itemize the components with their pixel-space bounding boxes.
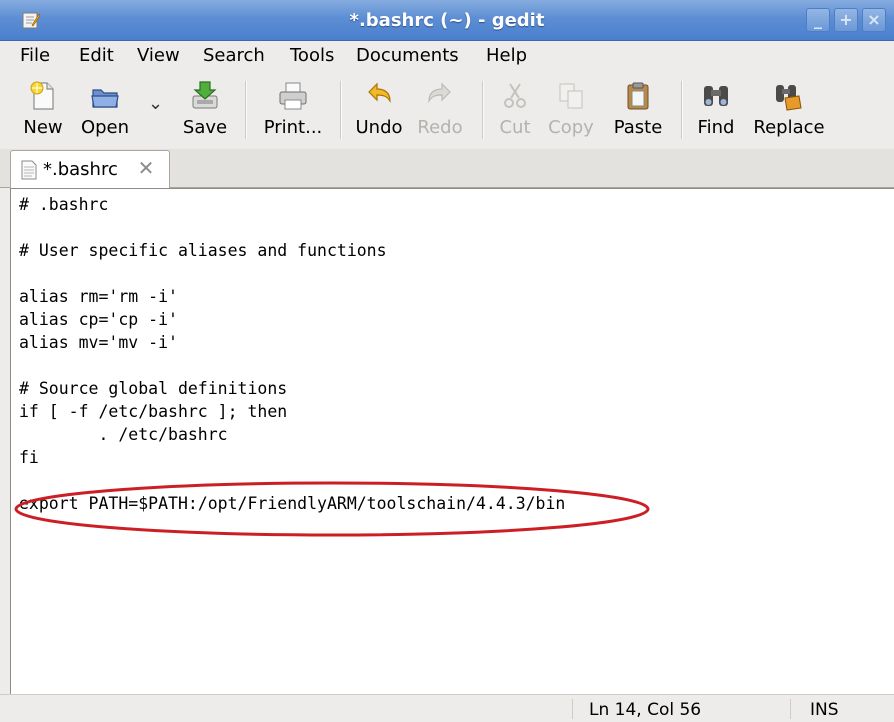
copy-icon	[559, 83, 583, 109]
save-button[interactable]: Save	[178, 73, 232, 149]
tab-bashrc[interactable]: *.bashrc ✕	[10, 150, 170, 189]
close-tab-icon[interactable]: ✕	[135, 157, 157, 179]
title-bar[interactable]: *.bashrc (~) - gedit _ + ×	[0, 0, 894, 41]
gedit-window: *.bashrc (~) - gedit _ + × File Edit Vie…	[0, 0, 894, 722]
find-replace-icon	[776, 85, 802, 111]
text-file-icon	[21, 160, 37, 180]
find-button[interactable]: Find	[694, 73, 738, 149]
printer-icon	[279, 82, 307, 110]
paste-button[interactable]: Paste	[608, 73, 668, 149]
menu-tools[interactable]: Tools	[290, 45, 334, 66]
toolbar-separator	[681, 81, 683, 139]
new-label: New	[23, 117, 63, 138]
clipboard-icon	[627, 82, 649, 110]
tab-label: *.bashrc	[43, 159, 118, 180]
toolbar-separator	[340, 81, 342, 139]
redo-label: Redo	[417, 117, 463, 138]
export-path-line: export PATH=$PATH:/opt/FriendlyARM/tools…	[19, 494, 566, 513]
binoculars-icon	[704, 86, 728, 106]
open-dropdown-button[interactable]: ⌄	[144, 73, 166, 149]
code-line: # Source global definitions	[19, 379, 288, 398]
close-window-button[interactable]: ×	[862, 8, 886, 32]
undo-button[interactable]: Undo	[352, 73, 406, 149]
find-label: Find	[697, 117, 735, 138]
menu-help[interactable]: Help	[486, 45, 527, 66]
new-button[interactable]: New	[20, 73, 66, 149]
maximize-button[interactable]: +	[834, 8, 858, 32]
copy-button[interactable]: Copy	[546, 73, 596, 149]
code-line: alias rm='rm -i'	[19, 287, 178, 306]
cut-button[interactable]: Cut	[494, 73, 536, 149]
cut-label: Cut	[499, 117, 531, 138]
code-line: alias mv='mv -i'	[19, 333, 178, 352]
menu-file[interactable]: File	[20, 45, 50, 66]
new-document-icon	[30, 81, 54, 110]
open-folder-icon	[91, 89, 119, 108]
open-label: Open	[80, 117, 130, 138]
menu-view[interactable]: View	[137, 45, 180, 66]
toolbar-separator	[482, 81, 484, 139]
window-title: *.bashrc (~) - gedit	[349, 10, 545, 31]
menu-documents[interactable]: Documents	[356, 45, 459, 66]
save-icon	[192, 81, 218, 109]
replace-label: Replace	[753, 117, 825, 138]
cursor-position: Ln 14, Col 56	[589, 700, 702, 720]
toolbar-separator	[245, 81, 247, 139]
menu-bar: File Edit View Search Tools Documents He…	[0, 41, 894, 73]
print-button[interactable]: Print...	[258, 73, 328, 149]
code-line: fi	[19, 448, 39, 467]
redo-icon	[428, 82, 451, 104]
text-editor[interactable]: # .bashrc # User specific aliases and fu…	[19, 193, 879, 691]
status-divider	[790, 699, 791, 719]
undo-icon	[368, 82, 391, 104]
paste-label: Paste	[613, 117, 663, 138]
code-line: # .bashrc	[19, 195, 109, 214]
code-line: if [ -f /etc/bashrc ]; then	[19, 402, 288, 421]
menu-search[interactable]: Search	[203, 45, 265, 66]
chevron-down-icon: ⌄	[148, 93, 164, 114]
undo-label: Undo	[355, 117, 403, 138]
save-label: Save	[182, 117, 228, 138]
replace-button[interactable]: Replace	[748, 73, 830, 149]
toolbar: New Open ⌄ Save Print... Undo Redo Cut C…	[0, 73, 894, 150]
code-line: # User specific aliases and functions	[19, 241, 387, 260]
menu-edit[interactable]: Edit	[79, 45, 114, 66]
status-divider	[572, 699, 573, 719]
redo-button[interactable]: Redo	[414, 73, 466, 149]
insert-mode: INS	[810, 700, 839, 720]
code-line: alias cp='cp -i'	[19, 310, 178, 329]
status-bar: Ln 14, Col 56 INS	[0, 694, 894, 722]
print-label: Print...	[263, 117, 323, 138]
open-button[interactable]: Open	[76, 73, 134, 149]
scissors-icon	[504, 83, 526, 108]
code-line: . /etc/bashrc	[19, 425, 228, 444]
copy-label: Copy	[548, 117, 594, 138]
minimize-button[interactable]: _	[806, 8, 830, 32]
